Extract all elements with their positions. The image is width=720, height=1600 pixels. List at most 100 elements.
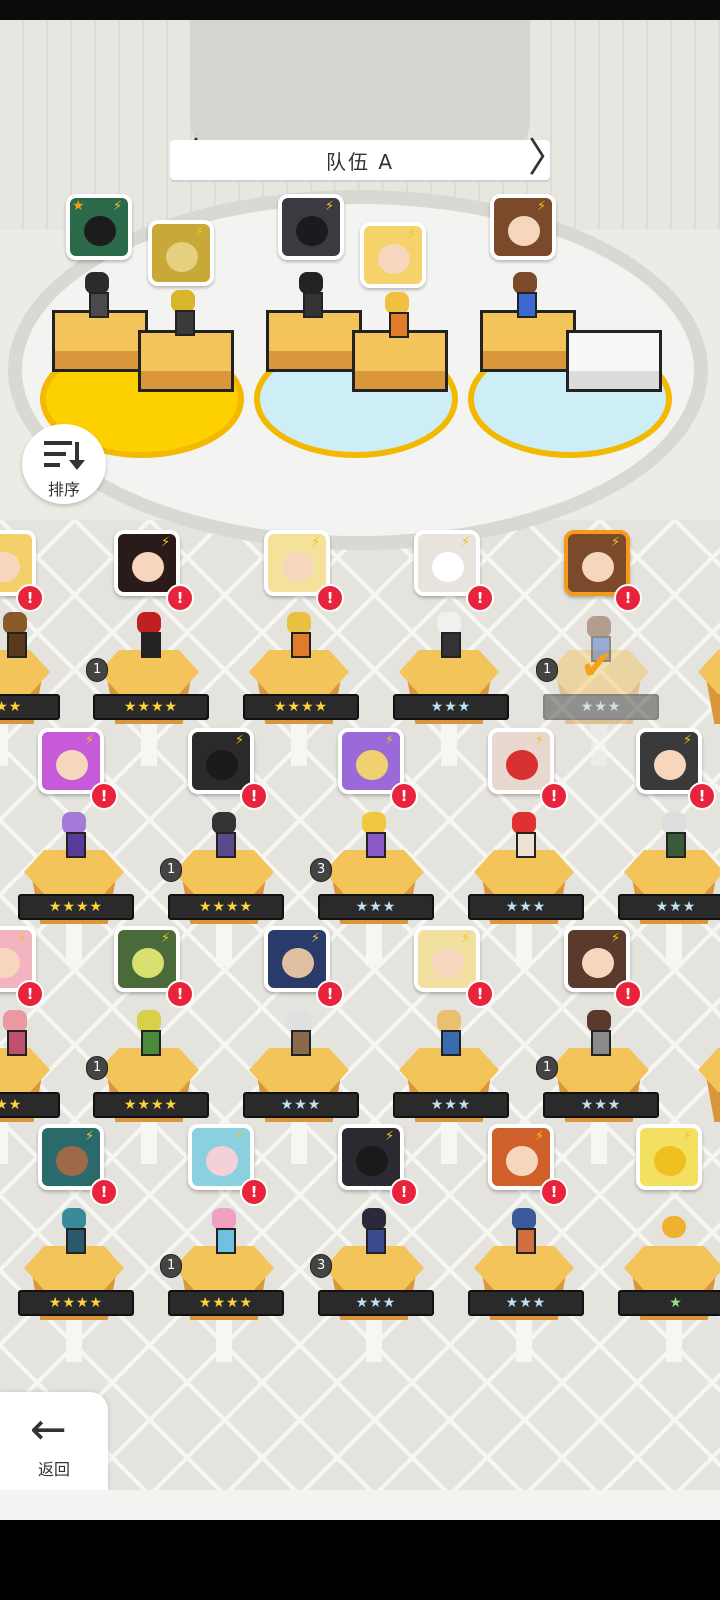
- alert-badge: !: [90, 782, 118, 810]
- hero-sprite: [0, 1010, 32, 1056]
- next-team-arrow[interactable]: 〉: [528, 136, 568, 184]
- hero-portrait[interactable]: ⚡: [114, 926, 180, 992]
- alert-badge: !: [240, 782, 268, 810]
- hero-pedestal[interactable]: ★★★★: [93, 1048, 209, 1164]
- team-portrait-4[interactable]: ⚡: [360, 222, 426, 288]
- leader-star-icon: ★: [72, 198, 85, 214]
- alert-badge: !: [390, 782, 418, 810]
- hero-portrait[interactable]: ⚡: [488, 1124, 554, 1190]
- hero-sprite: [582, 1010, 616, 1056]
- hero-pedestal[interactable]: ★★★: [0, 650, 60, 766]
- hero-pedestal[interactable]: ★★★★: [93, 650, 209, 766]
- star-rank: ★★★: [468, 894, 584, 920]
- hero-portrait[interactable]: ⚡: [338, 1124, 404, 1190]
- hero-portrait[interactable]: ⚡: [414, 530, 480, 596]
- in-team-check-icon: ✔: [580, 643, 614, 689]
- status-bar: [0, 0, 720, 20]
- hero-pedestal[interactable]: ★★★: [468, 1246, 584, 1362]
- alert-badge: !: [614, 980, 642, 1008]
- hero-pedestal[interactable]: ★★★★: [168, 1246, 284, 1362]
- alert-badge: !: [316, 980, 344, 1008]
- hero-sprite: [507, 812, 541, 858]
- formation-slot[interactable]: [352, 330, 448, 392]
- hero-portrait[interactable]: ⚡: [414, 926, 480, 992]
- alert-badge: !: [390, 1178, 418, 1206]
- lightning-icon: ⚡: [385, 733, 395, 748]
- hero-portrait[interactable]: ⚡: [264, 926, 330, 992]
- hero-pedestal[interactable]: ★★★: [543, 1048, 659, 1164]
- star-rank: ★★★: [543, 694, 659, 720]
- star-rank: ★★★: [393, 1092, 509, 1118]
- hero-pedestal[interactable]: ★★★: [468, 850, 584, 966]
- hero-pedestal[interactable]: ★★★: [318, 850, 434, 966]
- star-rank: ★★★★: [168, 894, 284, 920]
- formation-slot[interactable]: [480, 310, 576, 372]
- star-rank: ★★★: [243, 1092, 359, 1118]
- hero-pedestal[interactable]: ★★★: [618, 850, 720, 966]
- lightning-icon: ⚡: [311, 931, 321, 946]
- copies-count-badge: 1: [536, 658, 559, 682]
- hero-sprite: [282, 1010, 316, 1056]
- team-portrait-5[interactable]: ⚡: [490, 194, 556, 260]
- lightning-icon: ⚡: [161, 931, 171, 946]
- hero-pedestal[interactable]: ★★★: [0, 1048, 60, 1164]
- star-rank: ★★★★: [168, 1290, 284, 1316]
- sort-icon: [44, 441, 85, 470]
- hero-pedestal[interactable]: ★★★: [243, 1048, 359, 1164]
- team-portrait-1[interactable]: ★ ⚡: [66, 194, 132, 260]
- copies-count-badge: 1: [536, 1056, 559, 1080]
- formation-slot[interactable]: [138, 330, 234, 392]
- alert-badge: !: [540, 1178, 568, 1206]
- hero-portrait[interactable]: ⚡: [188, 1124, 254, 1190]
- hero-sprite: [507, 1208, 541, 1254]
- star-rank: ★★★: [543, 1092, 659, 1118]
- copies-count-badge: 3: [310, 858, 333, 882]
- formation-slot[interactable]: [266, 310, 362, 372]
- sort-label: 排序: [47, 480, 80, 499]
- team-title: 队伍 A: [170, 140, 550, 180]
- alert-badge: !: [240, 1178, 268, 1206]
- copies-count-badge: 1: [160, 1254, 183, 1278]
- lightning-icon: ⚡: [85, 733, 95, 748]
- hero-sprite: [207, 1208, 241, 1254]
- hero-portrait[interactable]: ⚡: [188, 728, 254, 794]
- hero-pedestal[interactable]: [698, 1048, 720, 1122]
- team-portrait-3[interactable]: ⚡: [278, 194, 344, 260]
- game-screen: 〈 队伍 A 〉 ★⚡ ⚡ ⚡ ⚡ ⚡ 排序 ★★★ ★★★★ ★★★★ ★★★…: [0, 0, 720, 1600]
- hero-portrait[interactable]: ⚡: [488, 728, 554, 794]
- sort-button[interactable]: 排序: [22, 424, 106, 504]
- hero-pedestal[interactable]: ★★★: [318, 1246, 434, 1362]
- hero-pedestal[interactable]: [698, 650, 720, 724]
- bottom-bar: [0, 1490, 720, 1520]
- hero-portrait[interactable]: ⚡: [636, 1124, 702, 1190]
- hero-pedestal[interactable]: ★★★★: [168, 850, 284, 966]
- hero-pedestal[interactable]: ★★★★: [18, 850, 134, 966]
- star-rank: ★★★: [318, 894, 434, 920]
- hero-sprite: [357, 1208, 391, 1254]
- star-rank: ★★★: [0, 1092, 60, 1118]
- hero-portrait[interactable]: ⚡: [38, 728, 104, 794]
- team-portrait-2[interactable]: ⚡: [148, 220, 214, 286]
- lightning-icon: ⚡: [537, 199, 547, 214]
- hero-pedestal[interactable]: ★★★: [393, 650, 509, 766]
- hero-pedestal[interactable]: ★★★: [393, 1048, 509, 1164]
- hero-pedestal[interactable]: ★★★★: [18, 1246, 134, 1362]
- alert-badge: !: [166, 980, 194, 1008]
- hero-portrait[interactable]: ⚡: [264, 530, 330, 596]
- hero-sprite: [57, 1208, 91, 1254]
- hero-pedestal[interactable]: ★★★★: [243, 650, 359, 766]
- hero-portrait[interactable]: ⚡: [636, 728, 702, 794]
- copies-count-badge: 1: [86, 1056, 109, 1080]
- back-button[interactable]: ← 返回: [0, 1392, 108, 1490]
- copies-count-badge: 3: [310, 1254, 333, 1278]
- copies-count-badge: 1: [86, 658, 109, 682]
- copies-count-badge: 1: [160, 858, 183, 882]
- empty-formation-slot[interactable]: [566, 330, 662, 392]
- hero-portrait[interactable]: ⚡: [338, 728, 404, 794]
- star-rank: ★★★: [618, 894, 720, 920]
- alert-badge: !: [166, 584, 194, 612]
- formation-slot[interactable]: [52, 310, 148, 372]
- hero-portrait[interactable]: ⚡: [38, 1124, 104, 1190]
- hero-portrait[interactable]: ⚡: [114, 530, 180, 596]
- lightning-icon: ⚡: [535, 733, 545, 748]
